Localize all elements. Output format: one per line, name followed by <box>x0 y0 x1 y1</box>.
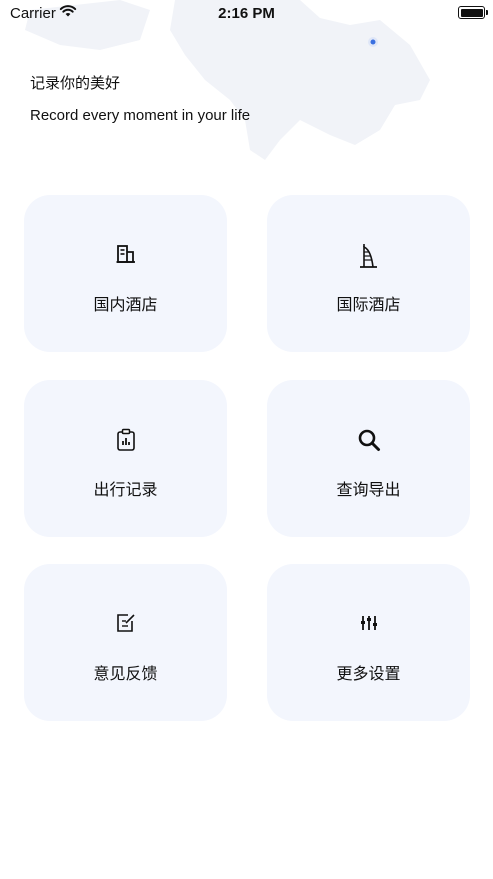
status-bar: Carrier 2:16 PM <box>0 0 493 28</box>
card-label: 国际酒店 <box>336 295 401 314</box>
clipboard-chart-icon <box>116 428 135 451</box>
card-label: 查询导出 <box>336 480 401 499</box>
slogan-english: Record every moment in your life <box>30 107 251 124</box>
battery-icon <box>458 6 488 19</box>
card-label: 出行记录 <box>93 480 158 499</box>
query-export-card[interactable]: 查询导出 <box>267 380 470 537</box>
search-icon <box>358 429 380 451</box>
slogan-chinese: 记录你的美好 <box>30 74 121 92</box>
building-icon <box>116 245 135 263</box>
edit-note-icon <box>116 614 135 632</box>
clock: 2:16 PM <box>218 5 275 22</box>
travel-record-card[interactable]: 出行记录 <box>24 380 227 537</box>
domestic-hotel-card[interactable]: 国内酒店 <box>24 195 227 352</box>
international-hotel-card[interactable]: 国际酒店 <box>267 195 470 352</box>
tower-hotel-icon <box>359 244 377 268</box>
header: 记录你的美好 Record every moment in your life <box>30 72 250 124</box>
card-label: 意见反馈 <box>93 664 158 683</box>
card-label: 更多设置 <box>336 664 401 683</box>
sliders-icon <box>360 616 377 630</box>
more-settings-card[interactable]: 更多设置 <box>267 564 470 721</box>
feedback-card[interactable]: 意见反馈 <box>24 564 227 721</box>
card-label: 国内酒店 <box>93 295 158 314</box>
